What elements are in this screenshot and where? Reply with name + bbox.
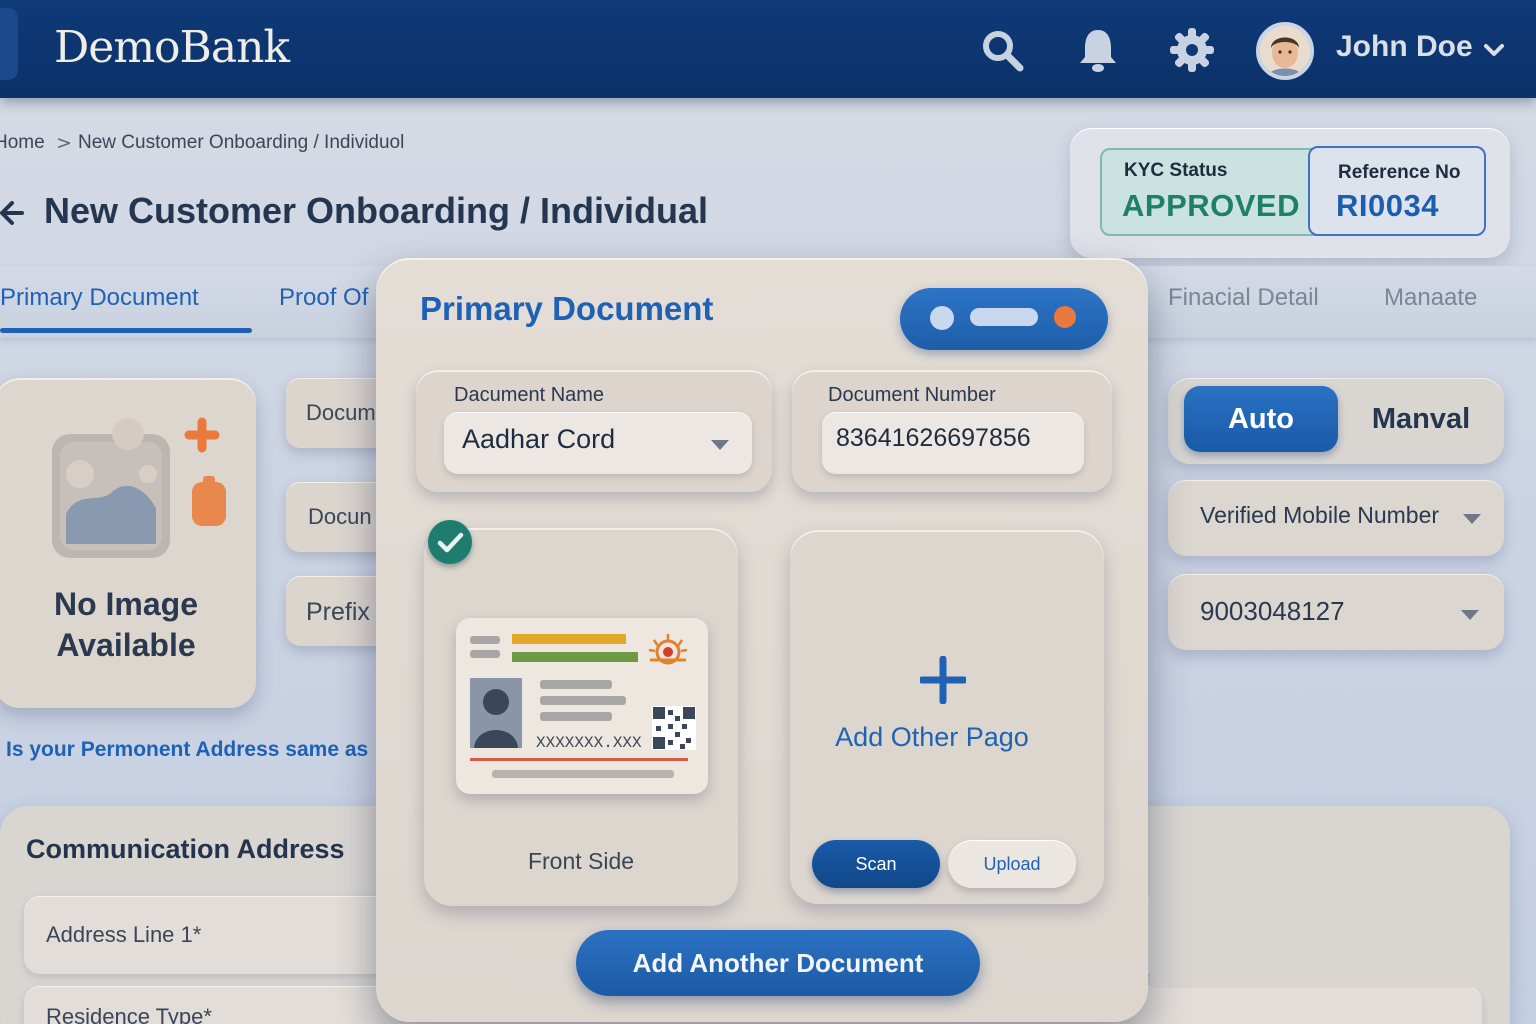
brand-logo[interactable]: DemoBank [54,22,290,73]
add-another-document-button[interactable]: Add Another Document [576,930,980,996]
bell-icon[interactable] [1074,26,1122,74]
add-other-page-label[interactable]: Add Other Pago [790,722,1074,753]
document-field-2-label: Docun [308,504,372,529]
scan-button[interactable]: Scan [812,840,940,888]
check-icon [428,520,472,564]
chevron-down-icon[interactable] [1484,42,1504,58]
toggle-auto-button[interactable]: Auto [1184,386,1338,452]
pill-dot [930,306,954,330]
sidebar-toggle[interactable] [0,8,18,80]
page-title: New Customer Onboarding / Individual [44,190,709,231]
aadhaar-card-preview [456,618,708,794]
pill-bar [970,308,1038,326]
kyc-status-label: KYC Status [1124,160,1228,181]
document-name-label: Dacument Name [454,384,605,406]
back-arrow-icon[interactable] [0,196,24,230]
breadcrumb-home[interactable]: Home [0,132,45,154]
gear-icon[interactable] [1168,26,1216,74]
address-line-1-label: Address Line 1* [46,922,202,947]
image-placeholder-icon [50,412,232,562]
status-dot [1054,306,1076,328]
front-side-label: Front Side [527,848,635,874]
tab-mandate[interactable]: Manaate [1384,284,1477,312]
no-image-label: No Image Available [53,586,199,663]
plus-icon[interactable] [918,655,968,705]
toggle-manual-button[interactable]: Manval [1346,386,1496,452]
communication-address-title: Communication Address [26,834,345,864]
kyc-status-value: APPROVED [1122,188,1300,223]
card-number-mask: XXXXXXX.XXX [536,734,642,752]
verified-mobile-label: Verified Mobile Number [1200,502,1440,528]
reference-value: RI0034 [1336,188,1439,223]
tab-financial-detail[interactable]: Finacial Detail [1168,284,1319,312]
avatar[interactable] [1256,22,1314,80]
prefix-field-label: Prefix [306,598,370,626]
modal-title: Primary Document [420,290,714,327]
chevron-down-icon[interactable] [710,436,730,455]
active-tab-indicator [0,328,252,333]
breadcrumb-separator: > [56,132,72,154]
search-icon[interactable] [978,26,1026,74]
breadcrumb-current: New Customer Onboarding / Individuol [78,132,405,153]
permanent-address-question: Is your Permonent Address same as [6,738,369,761]
right-panel-extension [1150,808,1510,988]
document-field-1-label: Docum [306,400,376,425]
tab-primary-document[interactable]: Primary Document [0,284,199,312]
residence-type-label: Residence Type* [46,1004,212,1024]
mobile-number-value: 9003048127 [1200,596,1345,626]
chevron-down-icon[interactable] [1460,606,1480,625]
document-number-value: 83641626697856 [836,424,1031,452]
chevron-down-icon[interactable] [1462,510,1482,529]
document-name-value: Aadhar Cord [462,424,616,454]
upload-button[interactable]: Upload [948,840,1076,888]
document-number-label: Document Number [828,384,996,406]
user-name[interactable]: John Doe [1336,30,1473,64]
reference-label: Reference No [1338,162,1461,183]
tab-proof-of[interactable]: Proof Of [279,284,368,312]
